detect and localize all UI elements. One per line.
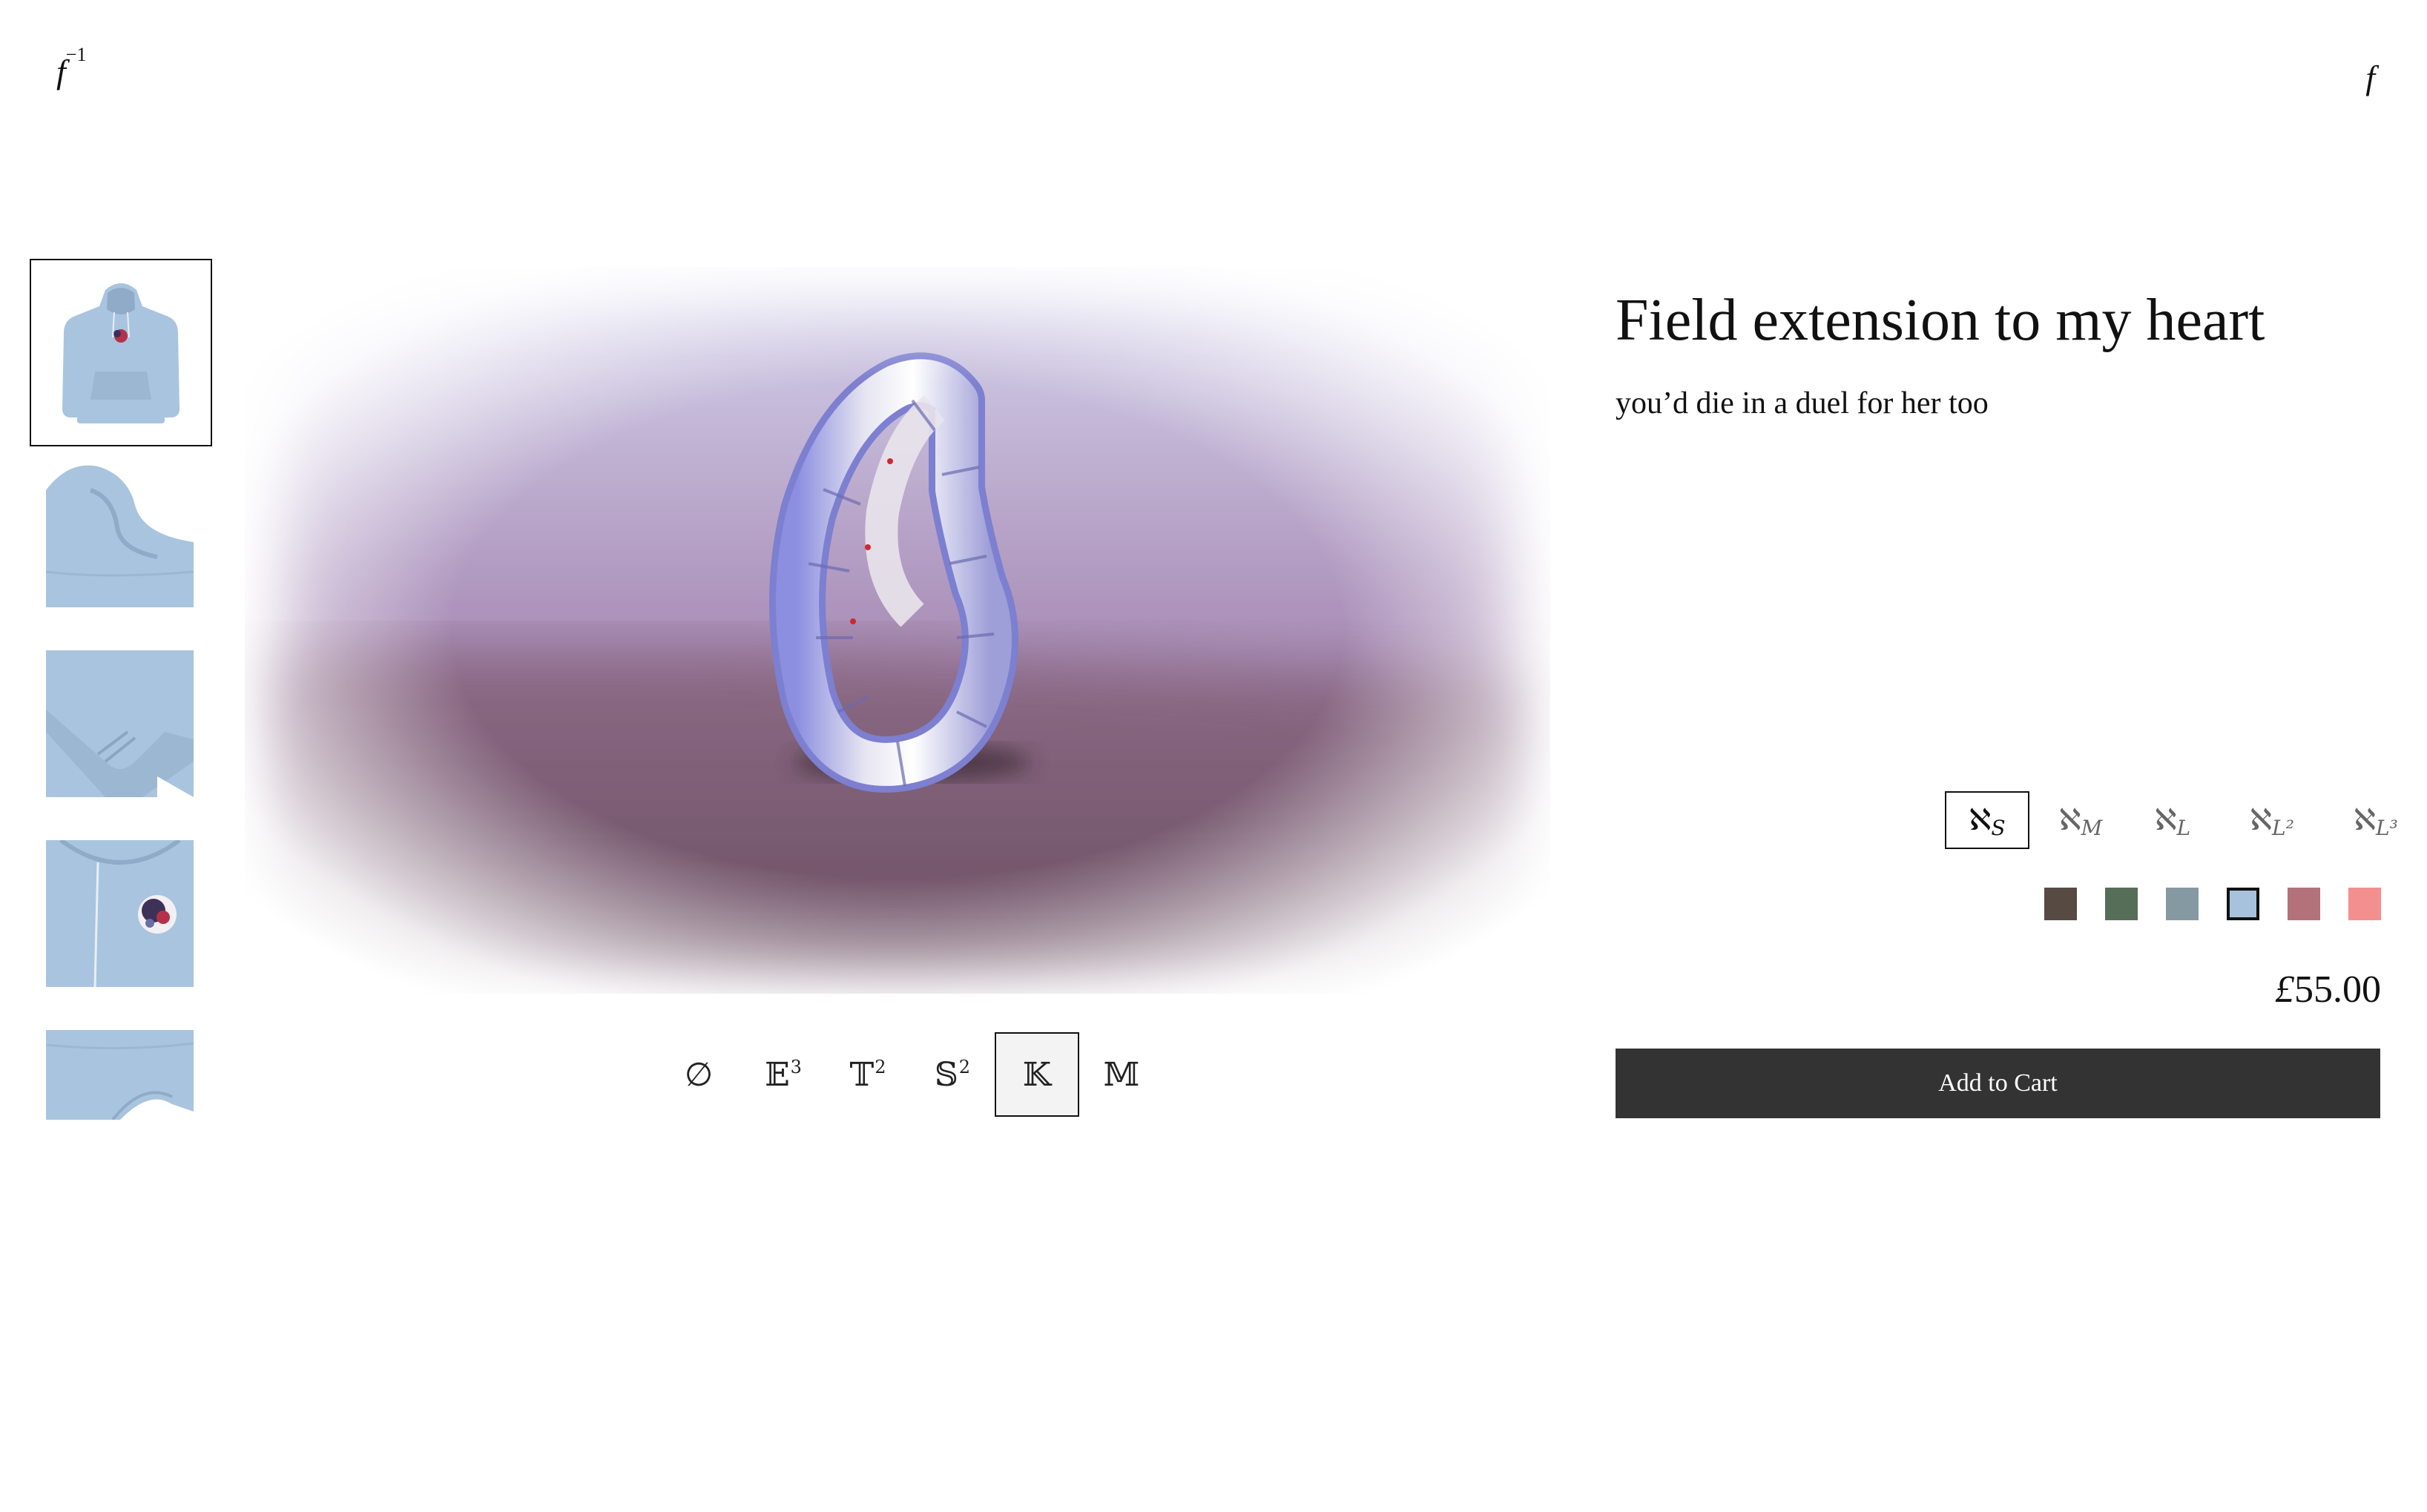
next-page-label: f [2365,59,2375,96]
color-selector [2016,888,2381,920]
geometry-sup: 3 [790,1057,802,1077]
size-base: ℵ [2250,803,2272,837]
hoodie-front-image [31,260,211,445]
size-base: ℵ [2058,803,2081,837]
geometry-symbol: 𝕊 [934,1055,958,1094]
color-swatch-light-blue[interactable] [2227,888,2259,920]
prev-page-label: f [56,53,66,90]
size-sub: L² [2271,815,2294,840]
knot-render-image [245,267,1550,994]
add-to-cart-button[interactable]: Add to Cart [1616,1049,2380,1118]
geometry-option-empty[interactable]: ∅ [656,1032,741,1117]
product-3d-viewer[interactable] [245,267,1550,994]
color-swatch-green[interactable] [2105,888,2138,920]
geometry-option-sphere[interactable]: 𝕊2 [910,1032,995,1117]
size-sub: L [2176,815,2191,840]
size-option-l3[interactable]: ℵ L³ [2328,791,2424,849]
hood-detail-image [45,460,194,607]
size-sub: L³ [2375,815,2398,840]
geometry-option-torus[interactable]: 𝕋2 [826,1032,910,1117]
size-option-s[interactable]: ℵS [1945,791,2029,849]
product-title: Field extension to my heart [1616,288,2265,353]
price-currency: £ [2275,968,2294,1011]
prev-page-link[interactable]: f−1 [56,44,86,91]
size-base: ℵ [2154,803,2177,837]
print-detail-image [46,838,194,988]
thumbnail-hoodie-front[interactable] [30,259,212,446]
color-swatch-rose[interactable] [2288,888,2320,920]
size-sub: M [2081,815,2103,840]
product-price: £55.00 [2275,968,2381,1011]
hem-detail-image [45,1030,194,1120]
size-selector: ℵS ℵM ℵL ℵ L² ℵ L³ [1945,791,2427,851]
color-swatch-salmon[interactable] [2348,888,2381,920]
geometry-symbol: 𝕂 [1022,1055,1052,1094]
geometry-symbol: 𝕄 [1103,1055,1140,1094]
next-page-link[interactable]: f [2365,58,2375,97]
size-option-l[interactable]: ℵL [2132,791,2213,849]
color-swatch-slate[interactable] [2166,888,2199,920]
price-amount: 55.00 [2294,968,2381,1011]
geometry-symbol: 𝕋 [849,1055,875,1094]
size-option-m[interactable]: ℵM [2040,791,2121,849]
geometry-option-klein[interactable]: 𝕂 [995,1032,1079,1117]
thumbnail-hoodie-print-detail[interactable] [46,838,194,988]
size-base: ℵ [1969,803,1992,837]
thumbnail-hoodie-sleeve-cuff[interactable] [46,650,194,797]
sleeve-cuff-image [46,650,194,797]
size-option-l2[interactable]: ℵ L² [2224,791,2320,849]
color-swatch-brown[interactable] [2044,888,2077,920]
prev-page-sup: −1 [65,43,87,65]
size-sub: S [1991,815,2006,840]
geometry-sup: 2 [958,1057,971,1077]
product-subtitle: you’d die in a duel for her too [1616,386,1989,420]
size-base: ℵ [2354,803,2376,837]
geometry-symbol: 𝔼 [765,1055,790,1094]
geometry-option-euclidean[interactable]: 𝔼3 [741,1032,826,1117]
geometry-symbol: ∅ [684,1055,714,1094]
geometry-option-mobius[interactable]: 𝕄 [1079,1032,1164,1117]
thumbnail-hoodie-hood-detail[interactable] [45,460,194,607]
geometry-selector: ∅ 𝔼3 𝕋2 𝕊2 𝕂 𝕄 [656,1032,1164,1117]
thumbnail-hoodie-hem-detail[interactable] [45,1030,194,1120]
thumbnail-strip [30,259,212,1120]
geometry-sup: 2 [875,1057,886,1077]
